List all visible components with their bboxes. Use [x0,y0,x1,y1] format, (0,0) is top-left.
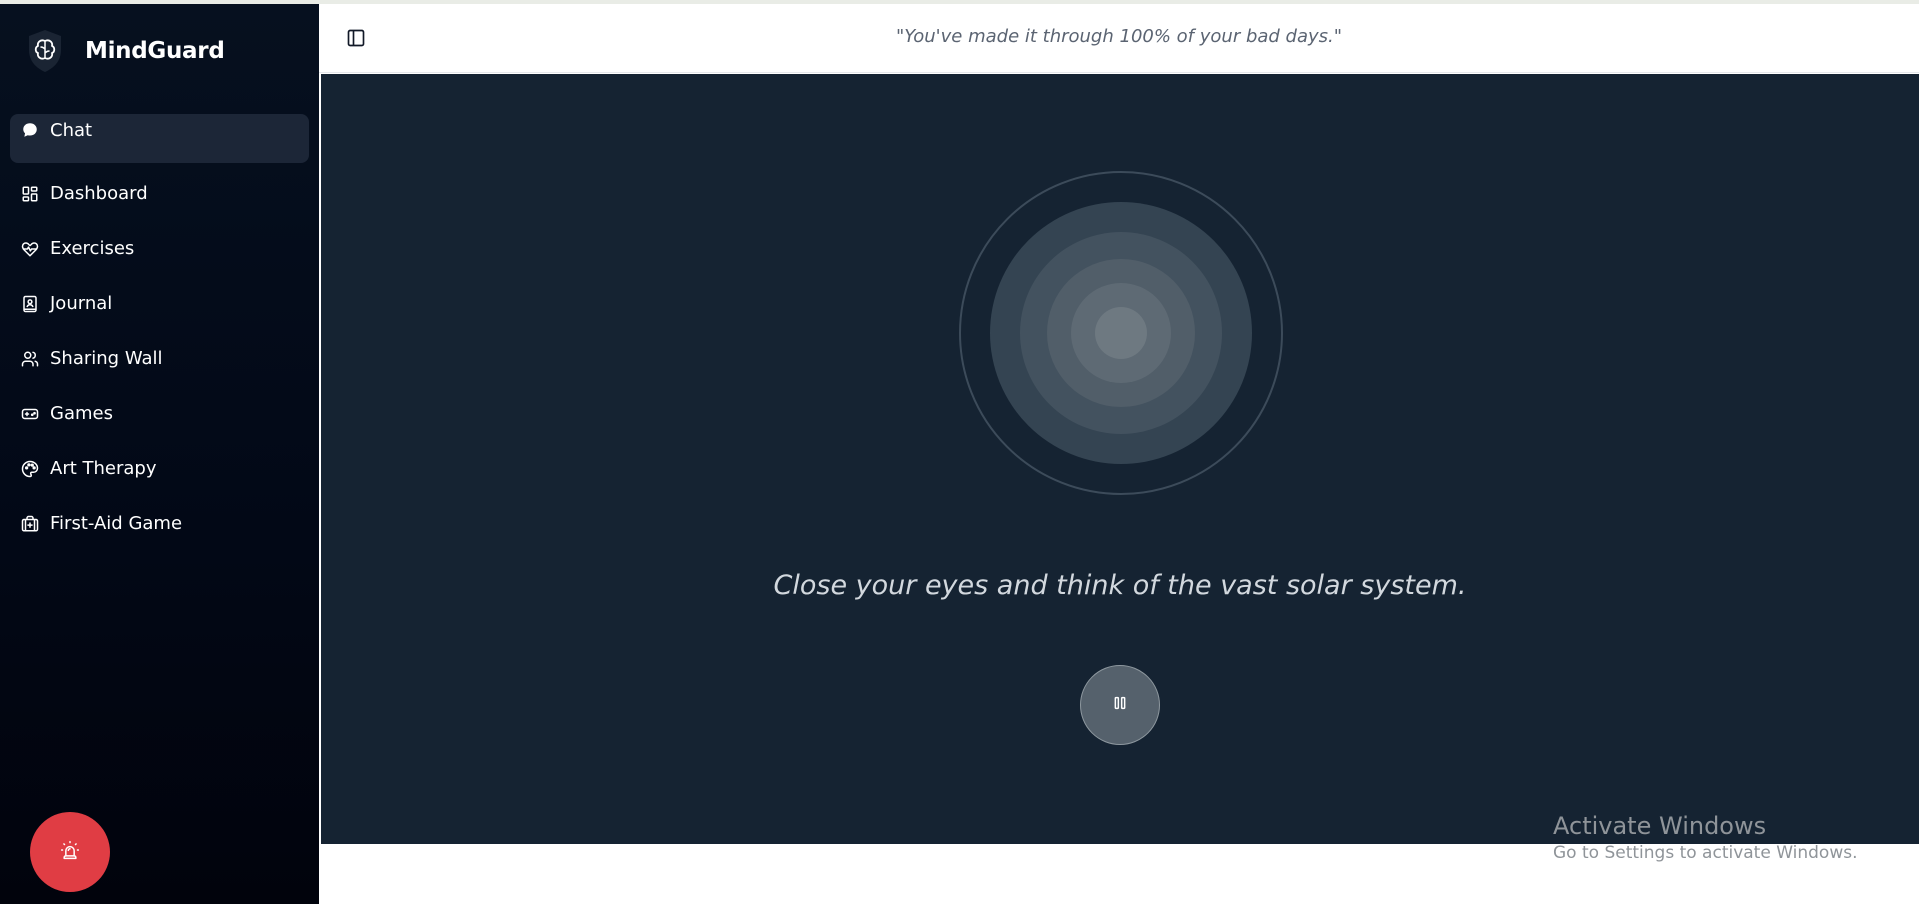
breathing-circle-core [1095,307,1147,359]
siren-icon [60,840,80,864]
watermark-subtitle: Go to Settings to activate Windows. [1553,843,1858,863]
breathing-exercise-area: Close your eyes and think of the vast so… [321,74,1919,844]
gamepad-icon [20,404,40,424]
sidebar-item-label: Dashboard [50,183,148,204]
sidebar-item-games[interactable]: Games [10,389,309,438]
top-header: "You've made it through 100% of your bad… [319,4,1919,73]
journal-icon [20,294,40,314]
motivational-quote: "You've made it through 100% of your bad… [895,26,1343,47]
sidebar-item-exercises[interactable]: Exercises [10,224,309,273]
pause-icon [1112,695,1128,715]
watermark-title: Activate Windows [1553,812,1767,840]
sidebar-item-label: Chat [50,120,93,141]
pause-button[interactable] [1080,665,1160,745]
app-name: MindGuard [85,38,225,64]
sidebar-item-dashboard[interactable]: Dashboard [10,169,309,218]
sidebar-item-first-aid-game[interactable]: First-Aid Game [10,499,309,548]
chat-bubble-icon [20,120,40,140]
first-aid-kit-icon [20,514,40,534]
sidebar-item-chat[interactable]: Chat [10,114,309,163]
sidebar-item-art-therapy[interactable]: Art Therapy [10,444,309,493]
palette-icon [20,459,40,479]
exercise-instruction: Close your eyes and think of the vast so… [773,570,1467,601]
brain-shield-icon [26,28,64,74]
sidebar-item-label: Games [50,403,113,424]
heart-pulse-icon [20,239,40,259]
users-icon [20,349,40,369]
sidebar-nav: Chat Dashboard Exercises Journal Sharing… [10,114,309,554]
sidebar-item-journal[interactable]: Journal [10,279,309,328]
sidebar-item-sharing-wall[interactable]: Sharing Wall [10,334,309,383]
sidebar-item-label: Journal [50,293,113,314]
dashboard-grid-icon [20,184,40,204]
sidebar-item-label: First-Aid Game [50,513,183,534]
emergency-sos-button[interactable] [30,812,110,892]
brand[interactable]: MindGuard [26,26,225,76]
breathing-visualizer [959,171,1283,495]
windows-activation-watermark: Activate Windows Go to Settings to activ… [1553,811,1858,865]
sidebar-item-label: Exercises [50,238,135,259]
sidebar: MindGuard Chat Dashboard Exercises Journ… [0,4,319,904]
sidebar-item-label: Art Therapy [50,458,157,479]
sidebar-item-label: Sharing Wall [50,348,163,369]
